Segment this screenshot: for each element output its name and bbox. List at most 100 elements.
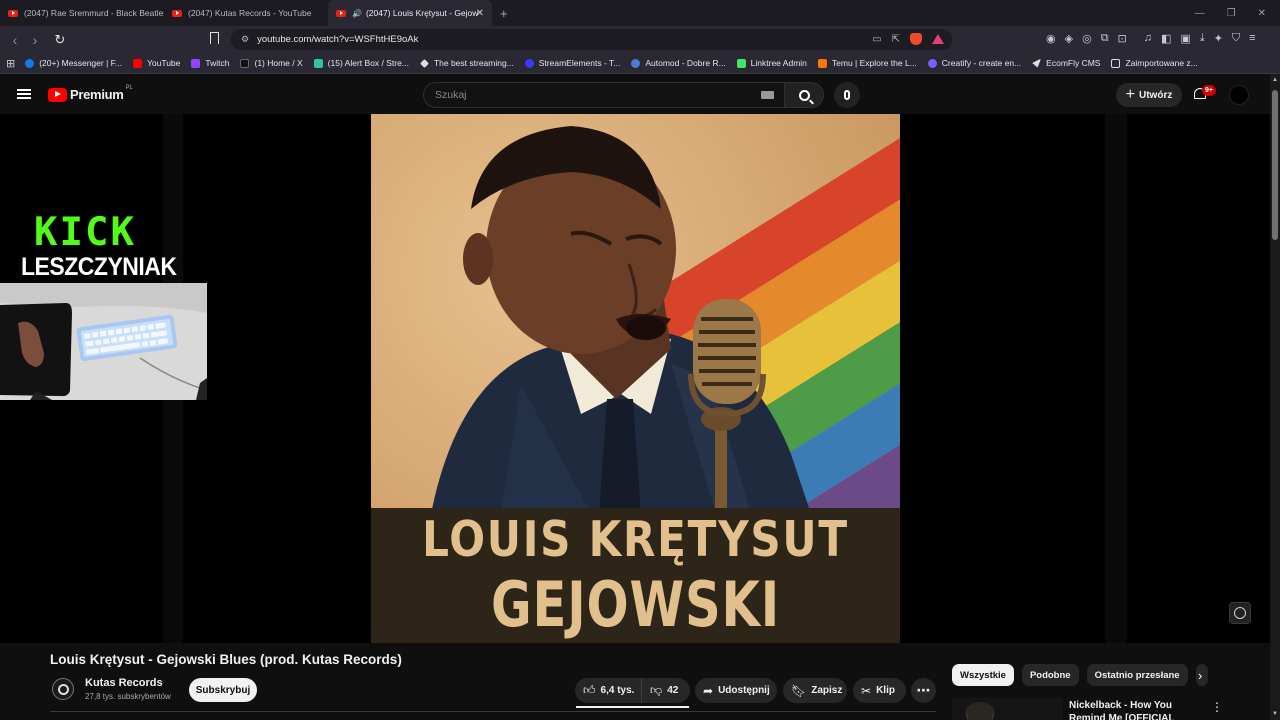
bookmark-folder[interactable]: Zaimportowane z...	[1111, 58, 1198, 68]
share-button[interactable]: ➦ Udostępnij	[695, 678, 777, 703]
browser-tab[interactable]: (2047) Kutas Records - YouTube	[164, 0, 328, 26]
bookmark-item[interactable]: EcomFly CMS	[1032, 58, 1100, 68]
window-controls: — ❐ ✕	[1195, 0, 1280, 26]
channel-avatar[interactable]	[52, 678, 74, 700]
clip-button[interactable]: ✂ Klip	[853, 678, 906, 703]
video-overlay-button[interactable]	[1229, 602, 1251, 624]
back-icon[interactable]: ‹	[5, 32, 25, 48]
like-button[interactable]: 👍︎ 6,4 tys.	[575, 678, 642, 703]
music-icon[interactable]: ♫	[1144, 32, 1152, 45]
chip-related[interactable]: Podobne	[1021, 664, 1079, 686]
webcam-feed	[0, 283, 207, 400]
browser-tab[interactable]: (2047) Rae Sremmurd - Black Beatles	[0, 0, 164, 26]
keyboard-icon[interactable]	[761, 91, 774, 99]
minimize-icon[interactable]: —	[1195, 8, 1205, 19]
close-tab-icon[interactable]: ✕	[476, 8, 484, 19]
vpn-icon[interactable]: ⛉	[1232, 32, 1240, 45]
dislike-count: 42	[667, 685, 679, 696]
channel-name[interactable]: Kutas Records	[85, 677, 163, 689]
account-avatar[interactable]	[1229, 85, 1249, 105]
bookmark-item[interactable]: Temu | Explore the L...	[817, 58, 917, 68]
bookmark-item[interactable]: Creatify - create en...	[927, 58, 1021, 68]
menu-icon[interactable]: ≡	[1249, 32, 1255, 45]
guide-menu-icon[interactable]	[17, 89, 31, 99]
search-icon	[798, 89, 810, 101]
extension-icon[interactable]: ◉	[1046, 32, 1056, 45]
voice-search-button[interactable]	[834, 82, 860, 108]
linktree-icon	[736, 58, 746, 68]
bookmark-item[interactable]: (1) Home / X	[240, 58, 303, 68]
new-tab-icon[interactable]: +	[500, 6, 508, 21]
messenger-icon	[25, 58, 35, 68]
notification-badge: 9+	[1202, 85, 1216, 96]
video-player[interactable]: LOUIS KRĘTYSUT GEJOWSKI BLUES KICK LESZC…	[0, 114, 1270, 643]
divider	[50, 711, 936, 712]
chip-all[interactable]: Wszystkie	[952, 664, 1014, 686]
scrollbar-thumb[interactable]	[1272, 90, 1278, 240]
extension-icon[interactable]: ◎	[1082, 32, 1092, 45]
search-placeholder: Szukaj	[435, 89, 467, 101]
bookmark-item[interactable]: Automod - Dobre R...	[631, 58, 726, 68]
save-button[interactable]: 🔖︎ Zapisz	[783, 678, 847, 703]
video-frame: LOUIS KRĘTYSUT GEJOWSKI BLUES	[371, 114, 900, 643]
apps-grid-icon[interactable]: ⊞	[6, 57, 15, 70]
brave-shields-icon[interactable]	[910, 33, 922, 45]
kebab-menu-icon[interactable]: ⋮	[1211, 700, 1223, 714]
extension-icon[interactable]: ◈	[1065, 32, 1073, 45]
creatify-icon	[927, 58, 937, 68]
recommendation-image	[952, 698, 1063, 720]
bookmark-item[interactable]: YouTube	[132, 58, 180, 68]
recommendation-chips: Wszystkie Podobne Ostatnio przesłane	[952, 664, 1208, 686]
bookmark-item[interactable]: (15) Alert Box / Stre...	[313, 58, 409, 68]
site-info-icon[interactable]: ⚙	[241, 34, 249, 45]
screenshot-icon[interactable]: ⊡	[1118, 32, 1127, 45]
subscribe-button[interactable]: Subskrybuj	[189, 678, 257, 702]
close-window-icon[interactable]: ✕	[1258, 8, 1266, 19]
brave-rewards-icon[interactable]	[932, 34, 944, 44]
recommendation-title[interactable]: Nickelback - How You Remind Me [OFFICIAL…	[1069, 699, 1209, 720]
bookmark-item[interactable]: Linktree Admin	[736, 58, 807, 68]
recommendation-thumbnail[interactable]	[952, 698, 1063, 720]
subscriber-count: 27,8 tys. subskrybentów	[85, 692, 171, 701]
kick-logo: KICK	[34, 210, 136, 255]
bookmark-item[interactable]: StreamElements - T...	[524, 58, 620, 68]
bookmark-item[interactable]: The best streaming...	[419, 58, 514, 68]
chevron-right-icon[interactable]: ›	[1198, 668, 1202, 683]
puzzle-extensions-icon[interactable]: ⧉	[1101, 32, 1109, 45]
tab-title: (2047) Rae Sremmurd - Black Beatles	[24, 8, 164, 18]
share-arrow-icon: ➦	[703, 683, 714, 698]
download-icon[interactable]: ⤓	[1200, 32, 1205, 45]
speaker-icon[interactable]: 🔊	[352, 9, 362, 18]
share-label: Udostępnij	[718, 685, 770, 696]
scroll-down-icon[interactable]: ▼	[1272, 711, 1278, 717]
bookmarks-bar: ⊞ (20+) Messenger | F... YouTube Twitch …	[0, 53, 1280, 74]
sidebar-icon[interactable]: ◧	[1161, 32, 1171, 45]
search-input[interactable]: Szukaj	[423, 82, 785, 108]
more-actions-button[interactable]: ⋯	[911, 678, 936, 703]
reload-icon[interactable]: ↻	[49, 32, 71, 48]
like-dislike-group: 👍︎ 6,4 tys. 👎︎ 42	[575, 678, 690, 703]
twitch-icon	[191, 58, 201, 68]
cast-icon[interactable]: ▭	[872, 34, 881, 45]
search-button[interactable]	[784, 82, 824, 108]
leo-ai-icon[interactable]: ✦	[1214, 32, 1223, 45]
share-page-icon[interactable]: ⇱	[892, 34, 900, 45]
scroll-up-icon[interactable]: ▲	[1272, 77, 1278, 83]
video-title: Louis Krętysut - Gejowski Blues (prod. K…	[50, 652, 402, 667]
microphone-icon	[844, 90, 850, 100]
bookmark-item[interactable]: Twitch	[191, 58, 229, 68]
bookmark-icon[interactable]	[210, 32, 219, 44]
youtube-premium-logo[interactable]: Premium PL	[48, 85, 133, 102]
page-scrollbar[interactable]: ▲ ▼	[1270, 74, 1280, 720]
ecomfly-icon	[1032, 58, 1042, 68]
dislike-button[interactable]: 👎︎ 42	[642, 683, 678, 698]
wallet-icon[interactable]: ▣	[1180, 32, 1190, 45]
bookmark-item[interactable]: (20+) Messenger | F...	[25, 58, 122, 68]
restore-icon[interactable]: ❐	[1227, 8, 1236, 19]
chip-recently-uploaded[interactable]: Ostatnio przesłane	[1086, 664, 1188, 686]
address-bar[interactable]: ⚙ youtube.com/watch?v=WSFhtHE9oAk ▭ ⇱	[231, 29, 952, 50]
browser-tab-active[interactable]: 🔊 (2047) Louis Krętysut - Gejow ✕	[328, 0, 492, 26]
folder-icon	[1111, 58, 1121, 68]
forward-icon[interactable]: ›	[25, 32, 45, 48]
create-button[interactable]: + Utwórz	[1116, 83, 1182, 107]
